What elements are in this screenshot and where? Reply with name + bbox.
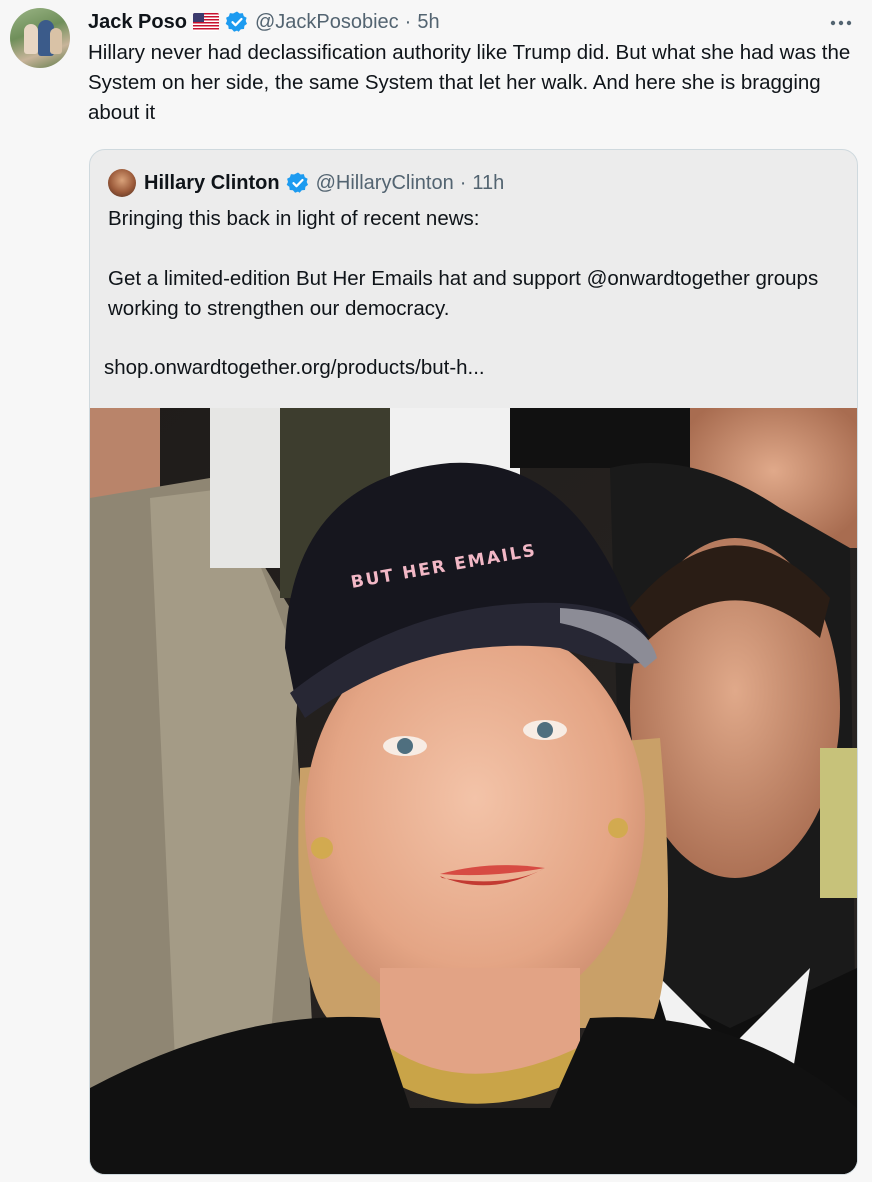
quoted-tweet-header: Hillary Clinton @HillaryClinton · 11h (108, 168, 504, 198)
tweet-timestamp[interactable]: 5h (417, 11, 439, 34)
author-avatar[interactable] (10, 8, 70, 68)
author-name[interactable]: Jack Poso (88, 11, 187, 34)
verified-badge-icon (225, 10, 249, 34)
tweet-header: Jack Poso @JackPosobiec · 5h (88, 8, 440, 36)
quoted-tweet-link[interactable]: shop.onwardtogether.org/products/but-h..… (104, 353, 485, 383)
quoted-tweet-photo[interactable]: BUT HER EMAILS (90, 408, 857, 1174)
more-horizontal-icon (830, 20, 852, 26)
quoted-author-name[interactable]: Hillary Clinton (144, 172, 280, 195)
separator-dot: · (404, 10, 412, 33)
author-handle[interactable]: @JackPosobiec (255, 11, 399, 34)
photo-illustration: BUT HER EMAILS (90, 408, 857, 1174)
more-options-button[interactable] (828, 10, 854, 36)
separator-dot: · (459, 171, 467, 194)
quoted-tweet-timestamp[interactable]: 11h (472, 172, 504, 195)
quoted-tweet-paragraph: Bringing this back in light of recent ne… (108, 207, 480, 230)
quoted-tweet-card[interactable]: Hillary Clinton @HillaryClinton · 11h Br… (89, 149, 858, 1175)
tweet-text: Hillary never had declassification autho… (88, 41, 851, 124)
quoted-tweet-paragraph: Get a limited-edition But Her Emails hat… (108, 267, 819, 320)
quoted-tweet-text: Bringing this back in light of recent ne… (108, 204, 848, 354)
quoted-author-avatar[interactable] (108, 169, 136, 197)
us-flag-icon (192, 13, 219, 31)
quoted-author-handle[interactable]: @HillaryClinton (316, 172, 454, 195)
verified-badge-icon (286, 171, 310, 195)
tweet: Jack Poso @JackPosobiec · 5h Hillary nev… (0, 0, 872, 1182)
